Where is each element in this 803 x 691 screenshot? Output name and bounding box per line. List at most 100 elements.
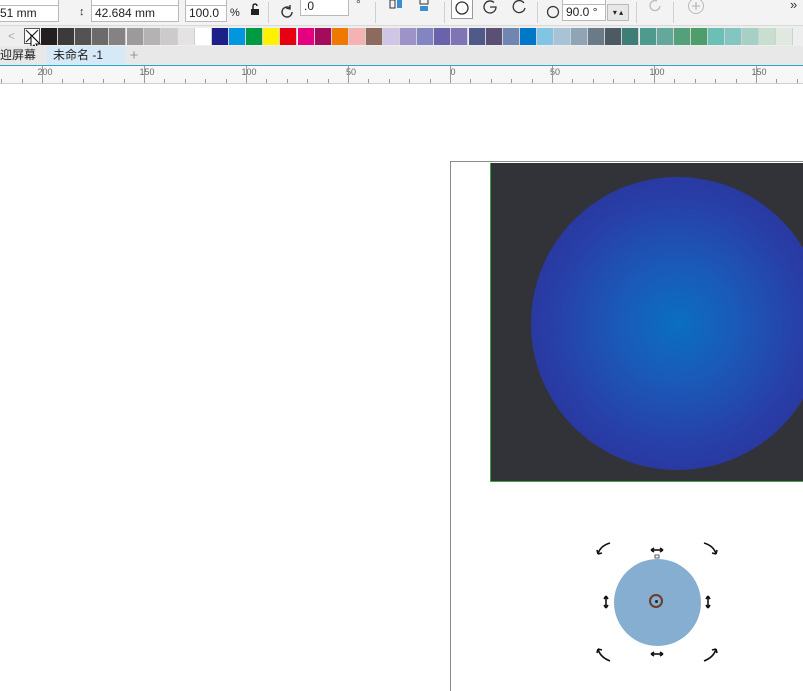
ruler-tick [409, 79, 411, 83]
ruler-tick [123, 79, 125, 83]
ruler-tick [450, 66, 451, 83]
circle-icon[interactable] [451, 0, 473, 19]
palette-prev-button[interactable]: < [8, 29, 15, 43]
degree-icon: ° [356, 0, 361, 11]
color-swatch[interactable] [126, 28, 144, 45]
color-swatch[interactable] [434, 28, 452, 45]
color-swatch[interactable] [229, 28, 247, 45]
color-swatch[interactable] [468, 28, 486, 45]
cursor-icon [30, 33, 42, 46]
color-swatch[interactable] [656, 28, 674, 45]
ruler-label: 100 [649, 67, 665, 77]
color-swatch[interactable] [297, 28, 315, 45]
mirror-horizontal-icon[interactable] [386, 0, 406, 16]
color-swatch[interactable] [554, 28, 571, 45]
color-swatch[interactable] [622, 28, 640, 45]
ruler-tick [62, 79, 64, 83]
color-swatch[interactable] [485, 28, 503, 45]
color-swatch[interactable] [639, 28, 657, 45]
color-swatch[interactable] [75, 28, 93, 45]
arc-direction-icon[interactable] [645, 0, 665, 16]
color-swatch[interactable] [314, 28, 332, 45]
color-swatch[interactable] [776, 28, 794, 45]
ruler-tick [225, 79, 227, 83]
lock-icon[interactable] [249, 3, 261, 20]
color-swatch[interactable] [177, 28, 195, 45]
color-swatch[interactable] [725, 28, 742, 45]
color-swatch[interactable] [605, 28, 623, 45]
color-swatch[interactable] [673, 28, 691, 45]
add-icon[interactable] [686, 0, 706, 16]
ruler-tick [756, 66, 757, 83]
scale-y-field[interactable]: 100.0 [185, 5, 227, 22]
ruler-label: 0 [450, 67, 456, 77]
angle-spinner[interactable]: ▾ ▴ [607, 4, 629, 21]
color-swatch[interactable] [365, 28, 383, 45]
ruler-tick [388, 79, 390, 83]
color-swatch[interactable] [331, 28, 349, 45]
ruler-tick [21, 79, 23, 83]
color-swatch[interactable] [212, 28, 229, 45]
ruler-label: 150 [139, 67, 155, 77]
ruler-tick [592, 79, 594, 83]
color-swatch[interactable] [400, 28, 418, 45]
ruler-tick [184, 79, 186, 83]
ruler-label: 100 [241, 67, 257, 77]
x-position-field[interactable]: 51 mm [0, 5, 59, 22]
color-swatch[interactable] [707, 28, 725, 45]
arc-icon[interactable] [509, 0, 529, 17]
ruler-tick [654, 66, 655, 83]
ruler-tick [674, 79, 676, 83]
color-swatch[interactable] [417, 28, 435, 45]
color-swatch[interactable] [502, 28, 520, 45]
ruler-tick [552, 66, 553, 83]
ruler-tick [144, 66, 145, 83]
color-swatch[interactable] [571, 28, 589, 45]
new-tab-button[interactable]: + [126, 46, 142, 65]
color-swatch[interactable] [588, 28, 606, 45]
mirror-vertical-icon[interactable] [414, 0, 434, 16]
color-swatch[interactable] [690, 28, 708, 45]
color-swatch[interactable] [536, 28, 554, 45]
tab-untitled-1[interactable]: 未命名 -1 [47, 46, 125, 65]
ruler-tick [368, 79, 370, 83]
image-object[interactable] [490, 163, 803, 482]
document-tab-bar: 迎屏幕 未命名 -1 + [0, 46, 803, 66]
tab-welcome-screen[interactable]: 迎屏幕 [0, 46, 48, 65]
rotation-field[interactable]: .0 [300, 0, 349, 16]
color-palette: < [0, 25, 803, 46]
horizontal-ruler: 200 150 100 50 0 50 100 150 [0, 66, 803, 84]
percent-label: % [230, 7, 240, 19]
ruler-tick [266, 79, 268, 83]
ruler-tick [531, 79, 533, 83]
chevron-right-icon[interactable]: » [790, 0, 797, 12]
separator [375, 2, 376, 23]
color-swatch[interactable] [280, 28, 298, 45]
color-swatch[interactable] [383, 28, 400, 45]
color-swatch[interactable] [263, 28, 281, 45]
height-field[interactable]: 42.684 mm [91, 5, 179, 22]
separator [268, 2, 269, 23]
color-swatch[interactable] [92, 28, 110, 45]
pie-icon[interactable] [480, 0, 500, 17]
rotation-handles[interactable] [596, 540, 718, 664]
color-swatch[interactable] [348, 28, 366, 45]
end-angle-field[interactable]: 90.0 ° [562, 4, 606, 21]
ruler-tick [735, 79, 737, 83]
color-swatch[interactable] [160, 28, 178, 45]
color-swatch[interactable] [246, 28, 264, 45]
color-swatch[interactable] [143, 28, 161, 45]
ruler-tick [164, 79, 166, 83]
ruler-tick [613, 79, 615, 83]
color-swatch[interactable] [58, 28, 76, 45]
ruler-tick [1, 79, 3, 83]
ruler-tick [327, 79, 329, 83]
gradient-sphere [531, 177, 803, 470]
color-swatch[interactable] [742, 28, 760, 45]
color-swatch[interactable] [519, 28, 537, 45]
color-swatch[interactable] [194, 28, 212, 45]
color-swatch[interactable] [759, 28, 777, 45]
color-swatch[interactable] [109, 28, 127, 45]
color-swatch[interactable] [41, 28, 58, 45]
color-swatch[interactable] [451, 28, 469, 45]
